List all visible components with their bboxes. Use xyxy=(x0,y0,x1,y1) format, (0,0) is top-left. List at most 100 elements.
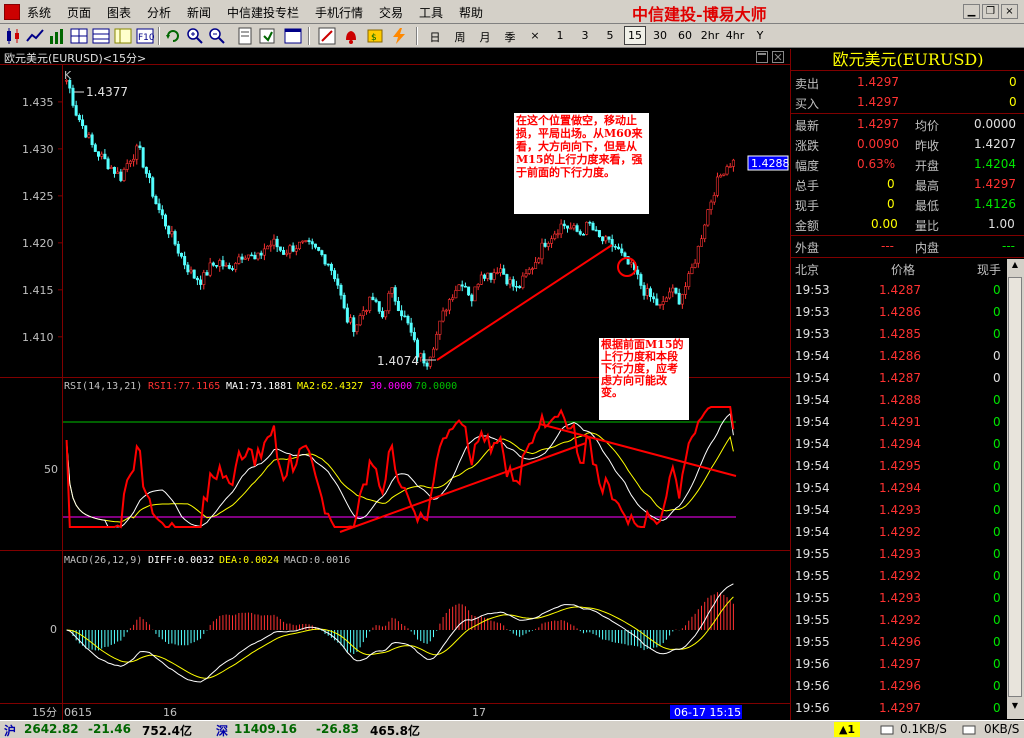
menu-citic-column[interactable]: 中信建投专栏 xyxy=(227,4,299,21)
tick-time: 19:56 xyxy=(795,701,830,715)
refresh-icon[interactable] xyxy=(164,27,182,45)
candle-body xyxy=(68,79,72,89)
tick-header-volume: 现手 xyxy=(977,263,1002,277)
candle-body xyxy=(604,236,608,242)
candlestick-icon[interactable] xyxy=(4,27,22,45)
avg-price-value: 0.0000 xyxy=(974,117,1016,131)
zoom-out-icon[interactable] xyxy=(208,27,226,45)
close-chart-icon[interactable] xyxy=(772,51,784,63)
tick-row[interactable]: 19:54 1.4294 0 xyxy=(791,478,1007,500)
toolbar: F10 $ 日 周 月 季 × 1 3 5 15 30 60 2hr 4hr Y xyxy=(0,24,1024,48)
period-4hr[interactable]: 4hr xyxy=(724,29,746,42)
candle-body xyxy=(447,299,451,311)
tick-row[interactable]: 19:54 1.4286 0 xyxy=(791,346,1007,368)
period-close[interactable]: × xyxy=(524,29,546,42)
line-chart-icon[interactable] xyxy=(26,27,44,45)
tick-row[interactable]: 19:54 1.4291 0 xyxy=(791,412,1007,434)
period-5min[interactable]: 5 xyxy=(599,29,621,42)
period-month[interactable]: 月 xyxy=(474,29,496,45)
candle-body xyxy=(237,256,241,264)
window-icon[interactable] xyxy=(284,27,302,45)
candle-body xyxy=(192,269,196,279)
tick-row[interactable]: 19:53 1.4286 0 xyxy=(791,302,1007,324)
alarm-bell-icon[interactable] xyxy=(342,27,360,45)
candle-body xyxy=(639,274,643,286)
period-1min[interactable]: 1 xyxy=(549,29,571,42)
tick-row[interactable]: 19:56 1.4297 0 xyxy=(791,654,1007,676)
zoom-in-icon[interactable] xyxy=(186,27,204,45)
tick-row[interactable]: 19:55 1.4292 0 xyxy=(791,610,1007,632)
tick-row[interactable]: 19:54 1.4293 0 xyxy=(791,500,1007,522)
period-2hr[interactable]: 2hr xyxy=(699,29,721,42)
f10-icon[interactable]: F10 xyxy=(136,27,154,45)
candle-body xyxy=(668,291,672,299)
close-button[interactable]: × xyxy=(1001,4,1018,19)
period-week[interactable]: 周 xyxy=(449,29,471,45)
candle-body xyxy=(438,320,442,335)
table-icon[interactable] xyxy=(114,27,132,45)
bar-chart-icon[interactable] xyxy=(48,27,66,45)
menu-tools[interactable]: 工具 xyxy=(419,4,443,21)
draw-pen-icon[interactable] xyxy=(318,27,336,45)
window-small-icon[interactable] xyxy=(756,51,768,63)
tick-volume: 0 xyxy=(993,701,1001,715)
x-label-0615: 0615 xyxy=(64,706,92,719)
tick-price: 1.4293 xyxy=(879,591,921,605)
period-year[interactable]: Y xyxy=(749,29,771,42)
period-60min[interactable]: 60 xyxy=(674,29,696,42)
quote-row-current-volume: 现手 0 最低 1.4126 xyxy=(791,194,1024,214)
candle-body xyxy=(119,171,123,181)
alarm-badge[interactable]: ▲1 xyxy=(834,722,860,737)
candle-body xyxy=(320,250,324,255)
chart-canvas[interactable]: K 1.4351.4301.4251.4201.4151.410 1.4377 … xyxy=(0,65,790,720)
menu-trade[interactable]: 交易 xyxy=(379,4,403,21)
tick-row[interactable]: 19:56 1.4297 0 xyxy=(791,698,1007,720)
sell-row[interactable]: 卖出 1.4297 0 xyxy=(791,72,1024,92)
tick-time: 19:53 xyxy=(795,305,830,319)
tick-row[interactable]: 19:55 1.4292 0 xyxy=(791,566,1007,588)
menu-mobile-quotes[interactable]: 手机行情 xyxy=(315,4,363,21)
menu-system[interactable]: 系统 xyxy=(27,4,51,21)
tick-row[interactable]: 19:53 1.4285 0 xyxy=(791,324,1007,346)
candle-body xyxy=(167,225,171,235)
period-quarter[interactable]: 季 xyxy=(499,29,521,45)
candle-body xyxy=(502,268,506,275)
page-icon[interactable] xyxy=(236,27,254,45)
period-30min[interactable]: 30 xyxy=(649,29,671,42)
tick-row[interactable]: 19:55 1.4296 0 xyxy=(791,632,1007,654)
lightning-icon[interactable] xyxy=(390,27,408,45)
tick-row[interactable]: 19:54 1.4295 0 xyxy=(791,456,1007,478)
tick-row[interactable]: 19:54 1.4287 0 xyxy=(791,368,1007,390)
tick-row[interactable]: 19:54 1.4292 0 xyxy=(791,522,1007,544)
tick-row[interactable]: 19:55 1.4293 0 xyxy=(791,544,1007,566)
bookmark-icon[interactable]: $ xyxy=(366,27,384,45)
scroll-up-icon[interactable]: ▲ xyxy=(1008,260,1022,275)
tick-row[interactable]: 19:53 1.4287 0 xyxy=(791,280,1007,302)
restore-button[interactable]: ❐ xyxy=(982,4,999,19)
period-15min[interactable]: 15 xyxy=(624,26,646,45)
candle-body xyxy=(623,252,627,257)
minimize-button[interactable]: ▁ xyxy=(963,4,980,19)
period-day[interactable]: 日 xyxy=(424,29,446,45)
app-icon[interactable] xyxy=(4,4,20,20)
scroll-down-icon[interactable]: ▼ xyxy=(1008,701,1022,716)
scroll-thumb[interactable] xyxy=(1008,277,1022,697)
multi-chart-icon[interactable] xyxy=(70,27,88,45)
candle-body xyxy=(530,268,534,270)
menu-page[interactable]: 页面 xyxy=(67,4,91,21)
tick-row[interactable]: 19:54 1.4288 0 xyxy=(791,390,1007,412)
tick-scrollbar[interactable]: ▲ ▼ xyxy=(1007,259,1024,719)
candle-body xyxy=(199,279,203,285)
tick-row[interactable]: 19:54 1.4294 0 xyxy=(791,434,1007,456)
svg-text:F10: F10 xyxy=(138,33,154,43)
menu-news[interactable]: 新闻 xyxy=(187,4,211,21)
export-icon[interactable] xyxy=(258,27,276,45)
grid-icon[interactable] xyxy=(92,27,110,45)
period-3min[interactable]: 3 xyxy=(574,29,596,42)
tick-row[interactable]: 19:56 1.4296 0 xyxy=(791,676,1007,698)
tick-row[interactable]: 19:55 1.4293 0 xyxy=(791,588,1007,610)
menu-analysis[interactable]: 分析 xyxy=(147,4,171,21)
buy-row[interactable]: 买入 1.4297 0 xyxy=(791,92,1024,112)
menu-chart[interactable]: 图表 xyxy=(107,4,131,21)
menu-help[interactable]: 帮助 xyxy=(459,4,483,21)
